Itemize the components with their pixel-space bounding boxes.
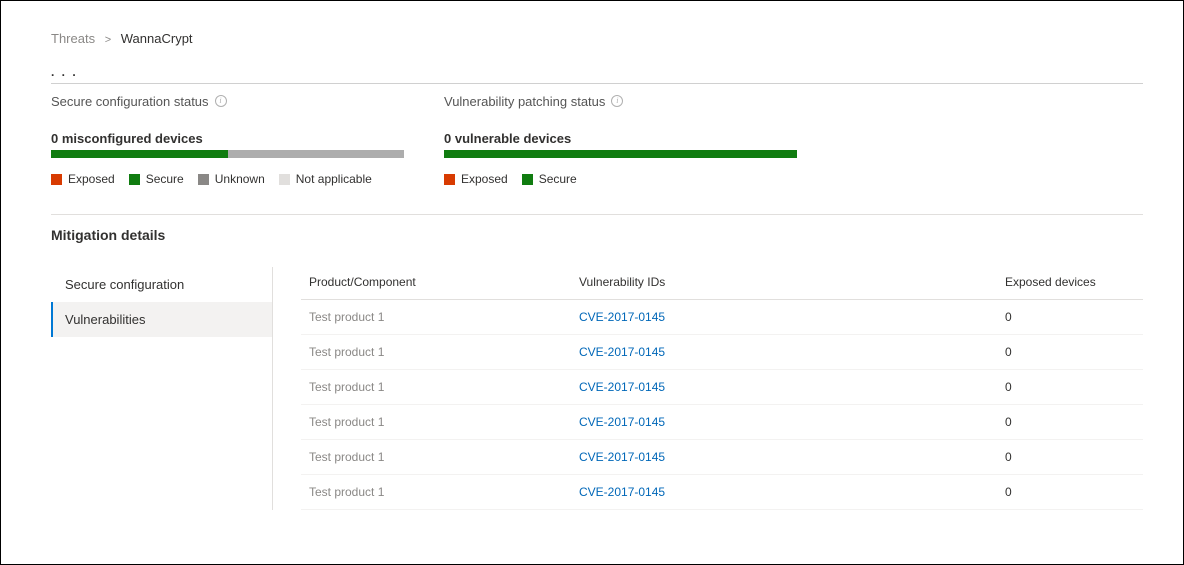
legend-exposed: Exposed	[51, 172, 115, 186]
patching-panel: Vulnerability patching status i 0 vulner…	[444, 94, 797, 186]
cve-link[interactable]: CVE-2017-0145	[579, 485, 665, 499]
swatch-green-icon	[129, 174, 140, 185]
app-frame: Threats > WannaCrypt . . . Secure config…	[0, 0, 1184, 565]
cell-vulnerability: CVE-2017-0145	[579, 450, 1005, 464]
breadcrumb-root[interactable]: Threats	[51, 31, 95, 46]
legend-exposed-label: Exposed	[461, 172, 508, 186]
legend-unknown-label: Unknown	[215, 172, 265, 186]
section-divider	[51, 214, 1143, 215]
cell-exposed: 0	[1005, 415, 1135, 429]
tab-secure-configuration[interactable]: Secure configuration	[51, 267, 272, 302]
table-row[interactable]: Test product 1 CVE-2017-0145 0	[301, 475, 1143, 510]
info-icon[interactable]: i	[611, 95, 623, 107]
legend-unknown: Unknown	[198, 172, 265, 186]
cell-vulnerability: CVE-2017-0145	[579, 310, 1005, 324]
patching-title: Vulnerability patching status i	[444, 94, 797, 109]
cell-vulnerability: CVE-2017-0145	[579, 485, 1005, 499]
column-exposed-devices[interactable]: Exposed devices	[1005, 275, 1135, 289]
patching-metric: 0 vulnerable devices	[444, 131, 797, 146]
overflow-col-left: . . .	[51, 64, 404, 79]
cell-product: Test product 1	[309, 415, 579, 429]
cell-vulnerability: CVE-2017-0145	[579, 380, 1005, 394]
overflow-row: . . .	[51, 64, 1143, 84]
cell-exposed: 0	[1005, 450, 1135, 464]
bar-segment-secure	[51, 150, 228, 158]
breadcrumb: Threats > WannaCrypt	[51, 31, 1143, 46]
table-row[interactable]: Test product 1 CVE-2017-0145 0	[301, 440, 1143, 475]
page-content: Threats > WannaCrypt . . . Secure config…	[1, 1, 1183, 510]
table-row[interactable]: Test product 1 CVE-2017-0145 0	[301, 335, 1143, 370]
table-row[interactable]: Test product 1 CVE-2017-0145 0	[301, 300, 1143, 335]
cell-product: Test product 1	[309, 450, 579, 464]
vulnerabilities-table: Product/Component Vulnerability IDs Expo…	[273, 267, 1143, 510]
legend-secure-label: Secure	[146, 172, 184, 186]
mitigation-tabs: Secure configuration Vulnerabilities	[51, 267, 273, 510]
tab-vulnerabilities[interactable]: Vulnerabilities	[51, 302, 272, 337]
patching-chart	[444, 150, 797, 158]
swatch-grey-icon	[198, 174, 209, 185]
bar-segment-secure	[444, 150, 797, 158]
mitigation-details: Secure configuration Vulnerabilities Pro…	[51, 267, 1143, 510]
cell-product: Test product 1	[309, 310, 579, 324]
legend-secure-label: Secure	[539, 172, 577, 186]
cve-link[interactable]: CVE-2017-0145	[579, 310, 665, 324]
swatch-light-icon	[279, 174, 290, 185]
cve-link[interactable]: CVE-2017-0145	[579, 345, 665, 359]
legend-exposed-label: Exposed	[68, 172, 115, 186]
column-vulnerability-ids[interactable]: Vulnerability IDs	[579, 275, 1005, 289]
secure-config-title: Secure configuration status i	[51, 94, 404, 109]
cell-vulnerability: CVE-2017-0145	[579, 415, 1005, 429]
cell-exposed: 0	[1005, 345, 1135, 359]
column-product[interactable]: Product/Component	[309, 275, 579, 289]
table-header: Product/Component Vulnerability IDs Expo…	[301, 267, 1143, 300]
legend-secure: Secure	[129, 172, 184, 186]
cell-exposed: 0	[1005, 380, 1135, 394]
overflow-menu-button[interactable]: . . .	[51, 65, 78, 79]
table-row[interactable]: Test product 1 CVE-2017-0145 0	[301, 405, 1143, 440]
cell-exposed: 0	[1005, 310, 1135, 324]
swatch-orange-icon	[444, 174, 455, 185]
secure-config-legend: Exposed Secure Unknown Not applicable	[51, 172, 404, 186]
legend-exposed: Exposed	[444, 172, 508, 186]
breadcrumb-current: WannaCrypt	[121, 31, 193, 46]
secure-config-chart	[51, 150, 404, 158]
info-icon[interactable]: i	[215, 95, 227, 107]
bar-segment-unknown	[228, 150, 405, 158]
cell-product: Test product 1	[309, 345, 579, 359]
legend-na-label: Not applicable	[296, 172, 372, 186]
mitigation-title: Mitigation details	[51, 227, 1143, 243]
secure-config-panel: Secure configuration status i 0 misconfi…	[51, 94, 404, 186]
cell-product: Test product 1	[309, 485, 579, 499]
legend-na: Not applicable	[279, 172, 372, 186]
overflow-col-right	[444, 64, 797, 79]
swatch-green-icon	[522, 174, 533, 185]
cell-exposed: 0	[1005, 485, 1135, 499]
cve-link[interactable]: CVE-2017-0145	[579, 450, 665, 464]
secure-config-metric: 0 misconfigured devices	[51, 131, 404, 146]
table-row[interactable]: Test product 1 CVE-2017-0145 0	[301, 370, 1143, 405]
cve-link[interactable]: CVE-2017-0145	[579, 415, 665, 429]
status-row: Secure configuration status i 0 misconfi…	[51, 94, 1143, 186]
swatch-orange-icon	[51, 174, 62, 185]
cell-product: Test product 1	[309, 380, 579, 394]
cve-link[interactable]: CVE-2017-0145	[579, 380, 665, 394]
patching-title-text: Vulnerability patching status	[444, 94, 605, 109]
cell-vulnerability: CVE-2017-0145	[579, 345, 1005, 359]
secure-config-title-text: Secure configuration status	[51, 94, 209, 109]
legend-secure: Secure	[522, 172, 577, 186]
patching-legend: Exposed Secure	[444, 172, 797, 186]
breadcrumb-separator-icon: >	[105, 34, 111, 46]
